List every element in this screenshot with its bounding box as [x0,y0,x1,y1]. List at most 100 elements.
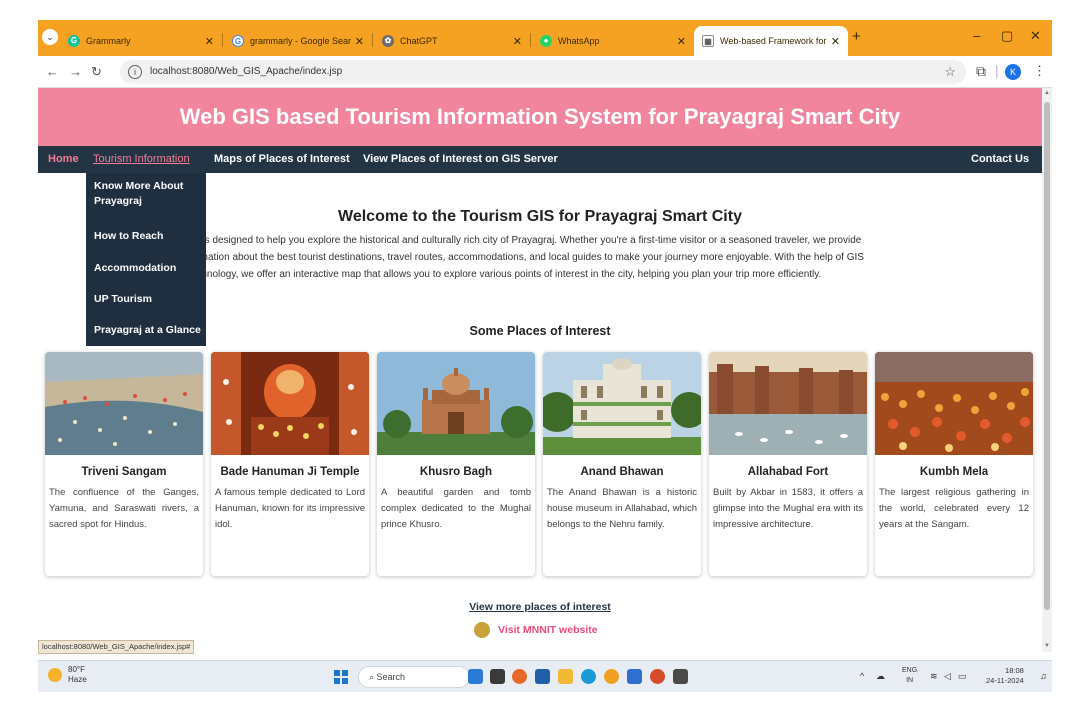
page-scrollbar[interactable]: ▲ ▼ [1042,88,1052,652]
place-card-anand-bhawan[interactable]: Anand Bhawan The Anand Bhawan is a histo… [543,352,701,576]
new-tab-button[interactable]: + [852,28,861,45]
address-bar[interactable]: i localhost:8080/Web_GIS_Apache/index.js… [120,60,966,84]
store-app-icon[interactable] [535,669,550,684]
intro-paragraph: rm is designed to help you explore the h… [188,232,908,283]
show-hidden-icons[interactable]: ^ [860,671,864,681]
place-card-kumbh-mela[interactable]: Kumbh Mela The largest religious gatheri… [875,352,1033,576]
language-code: ENG [902,667,918,674]
close-tab-icon[interactable]: ✕ [513,35,522,48]
reload-icon[interactable]: ↻ [91,64,102,80]
dropdown-item-accommodation[interactable]: Accommodation [94,261,202,276]
tab-grammarly[interactable]: G Grammarly ✕ [60,26,222,56]
nav-home[interactable]: Home [48,153,79,165]
google-icon: G [232,35,244,47]
place-description: The confluence of the Ganges, Yamuna, an… [49,487,199,530]
notification-bell-icon[interactable]: ♫ [1040,671,1047,681]
place-card-triveni-sangam[interactable]: Triveni Sangam The confluence of the Gan… [45,352,203,576]
place-description: The Anand Bhawan is a historic house mus… [547,487,697,530]
copilot-icon[interactable] [512,669,527,684]
nav-maps-of-places[interactable]: Maps of Places of Interest [214,153,350,165]
mnnit-link-text[interactable]: Visit MNNIT website [498,624,598,636]
scroll-down-icon[interactable]: ▼ [1044,643,1050,649]
temperature: 80°F [68,665,85,674]
tab-web-gis[interactable]: ▦ Web-based Framework for Tou ✕ [694,26,848,56]
outlook-app-icon[interactable] [627,669,642,684]
tab-divider [222,33,223,47]
minimize-button[interactable]: – [973,28,980,43]
terminal-app-icon[interactable] [673,669,688,684]
place-card-allahabad-fort[interactable]: Allahabad Fort Built by Akbar in 1583, i… [709,352,867,576]
tab-search-icon[interactable]: ⌄ [42,29,58,45]
place-card-khusro-bagh[interactable]: Khusro Bagh A beautiful garden and tomb … [377,352,535,576]
tab-strip: ⌄ G Grammarly ✕ G grammarly - Google Sea… [38,20,1052,56]
browser-window: ⌄ G Grammarly ✕ G grammarly - Google Sea… [38,20,1052,692]
nav-view-places-gis[interactable]: View Places of Interest on GIS Server [363,153,558,165]
tab-title: WhatsApp [558,36,600,46]
maximize-button[interactable]: ▢ [1001,28,1013,44]
dropdown-item-at-a-glance[interactable]: Prayagraj at a Glance [94,323,202,338]
battery-icon[interactable]: ▭ [958,671,967,682]
view-more-places-link[interactable]: View more places of interest [38,601,1042,613]
web-page: Web GIS based Tourism Information System… [38,88,1042,652]
scroll-up-icon[interactable]: ▲ [1044,90,1050,96]
back-arrow-icon[interactable]: ← [46,64,59,79]
place-card-bade-hanuman[interactable]: Bade Hanuman Ji Temple A famous temple d… [211,352,369,576]
scrollbar-thumb[interactable] [1044,102,1050,610]
intro-line: technology, we offer an interactive map … [188,269,822,280]
close-tab-icon[interactable]: ✕ [205,35,214,48]
bookmark-star-icon[interactable]: ☆ [944,64,956,80]
nav-tourism-information[interactable]: Tourism Information [93,153,190,165]
forward-arrow-icon[interactable]: → [69,64,82,79]
site-title: Web GIS based Tourism Information System… [179,104,901,129]
file-explorer-icon[interactable] [558,669,573,684]
edge-browser-icon[interactable] [581,669,596,684]
mnnit-link[interactable]: Visit MNNIT website [474,620,598,640]
place-description: A beautiful garden and tomb complex dedi… [381,487,531,530]
weather-widget[interactable]: 80°F Haze [48,665,87,685]
windows-start-icon[interactable] [334,670,348,684]
status-bar-url: localhost:8080/Web_GIS_Apache/index.jsp# [38,640,195,654]
taskbar-search-label: Search [376,672,406,682]
tab-title: ChatGPT [400,36,438,46]
site-info-icon[interactable]: i [128,65,142,79]
wifi-icon[interactable]: ≋ [930,671,938,682]
close-tab-icon[interactable]: ✕ [831,35,840,48]
tab-chatgpt[interactable]: ✿ ChatGPT ✕ [374,26,530,56]
taskbar-search[interactable]: ⌕ Search [358,666,470,688]
toolbar: ← → ↻ i localhost:8080/Web_GIS_Apache/in… [38,56,1052,88]
language-indicator[interactable]: ENG IN [902,666,917,686]
profile-avatar[interactable]: K [1005,64,1021,80]
close-window-button[interactable]: ✕ [1030,28,1041,44]
tab-divider [530,33,531,47]
tab-google-search[interactable]: G grammarly - Google Search ✕ [224,26,372,56]
kumbh-mela-image [875,352,1033,455]
dropdown-item-how-to-reach[interactable]: How to Reach [94,229,202,244]
widgets-app-icon[interactable] [468,669,483,684]
close-tab-icon[interactable]: ✕ [355,35,364,48]
task-view-icon[interactable] [490,669,505,684]
chrome-browser-icon[interactable] [604,669,619,684]
windows-taskbar: 80°F Haze ⌕ Search ^ ☁ ENG IN ≋ ◁ ▭ 18:0… [38,660,1052,692]
place-description: The largest religious gathering in the w… [879,487,1029,530]
close-tab-icon[interactable]: ✕ [677,35,686,48]
chatgpt-icon: ✿ [382,35,394,47]
url-text[interactable]: localhost:8080/Web_GIS_Apache/index.jsp [150,66,342,77]
bade-hanuman-image [211,352,369,455]
nav-contact-us[interactable]: Contact Us [971,153,1029,165]
weather-icon [48,668,62,682]
dropdown-item-up-tourism[interactable]: UP Tourism [94,292,202,307]
intro-line: rm is designed to help you explore the h… [188,235,862,246]
tab-whatsapp[interactable]: ● WhatsApp ✕ [532,26,694,56]
system-clock[interactable]: 18:08 24-11-2024 [986,666,1024,686]
tourism-dropdown-menu: Know More About Prayagraj How to Reach A… [86,173,206,346]
extensions-icon[interactable]: ⧉ [976,63,986,80]
onedrive-icon[interactable]: ☁ [876,671,885,682]
triveni-sangam-image [45,352,203,455]
intro-line: formation about the best tourist destina… [188,252,864,263]
app-icon[interactable] [650,669,665,684]
volume-icon[interactable]: ◁ [944,671,951,682]
more-menu-icon[interactable]: ⋮ [1033,63,1046,79]
dropdown-item-know-more[interactable]: Know More About Prayagraj [94,179,202,209]
place-name: Khusro Bagh [419,466,493,478]
khusro-bagh-image [377,352,535,455]
